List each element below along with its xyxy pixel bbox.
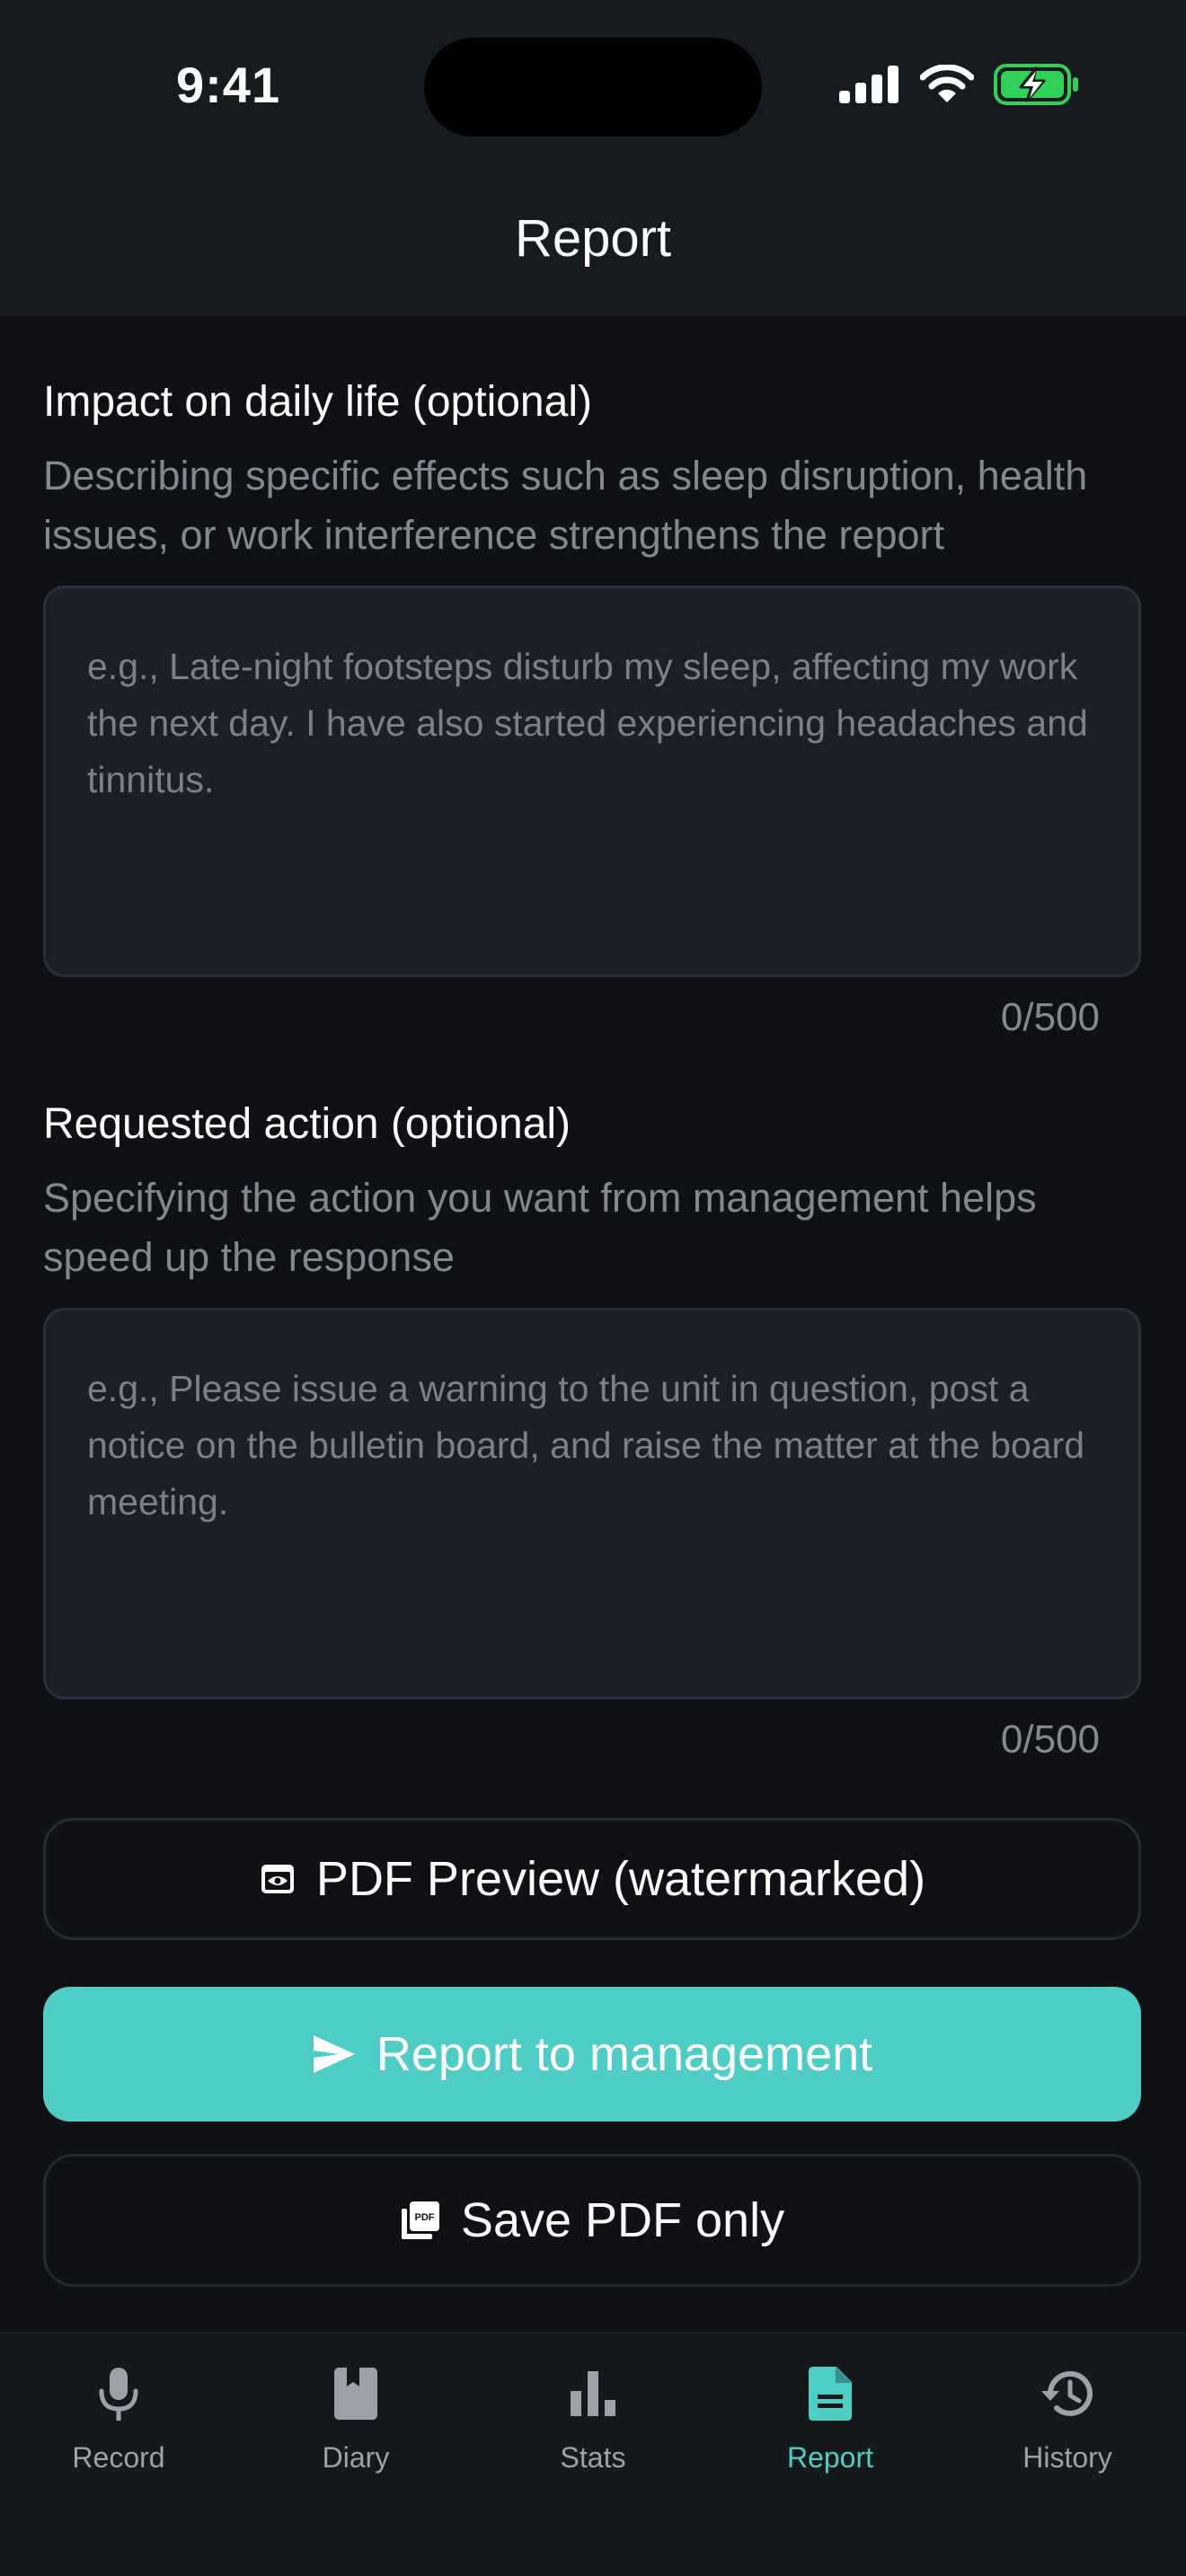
tab-report-label: Report	[786, 2441, 874, 2474]
bottom-tab-bar: Record Diary Stats Report History	[0, 2332, 1186, 2576]
status-icons	[839, 63, 1080, 110]
tab-diary-label: Diary	[322, 2441, 390, 2474]
microphone-icon	[97, 2360, 140, 2427]
impact-section-title: Impact on daily life (optional)	[43, 378, 592, 426]
tab-diary[interactable]: Diary	[237, 2360, 474, 2475]
book-icon	[333, 2360, 378, 2427]
action-textarea-container	[43, 1308, 1141, 1699]
impact-section-help: Describing specific effects such as slee…	[43, 453, 1088, 558]
top-bar: 9:41 Report	[0, 0, 1186, 316]
pdf-icon: PDF	[400, 2200, 441, 2241]
tab-stats[interactable]: Stats	[474, 2360, 712, 2475]
bar-chart-icon	[570, 2360, 616, 2427]
tab-stats-label: Stats	[560, 2441, 626, 2474]
tab-history-label: History	[1022, 2441, 1112, 2474]
action-section-help: Specifying the action you want from mana…	[43, 1175, 1037, 1280]
battery-charging-icon	[994, 63, 1080, 110]
status-time: 9:41	[176, 57, 281, 113]
document-icon	[808, 2360, 853, 2427]
pdf-preview-button[interactable]: PDF Preview (watermarked)	[43, 1818, 1141, 1940]
save-pdf-label: Save PDF only	[460, 2193, 785, 2247]
action-char-counter: 0/500	[1000, 1717, 1100, 1761]
action-section-title: Requested action (optional)	[43, 1100, 571, 1148]
report-to-management-label: Report to management	[376, 2027, 873, 2081]
impact-textarea-container	[43, 586, 1141, 977]
impact-textarea[interactable]	[87, 639, 1097, 944]
wifi-icon	[919, 63, 975, 109]
svg-text:PDF: PDF	[414, 2212, 434, 2223]
tab-record[interactable]: Record	[0, 2360, 237, 2475]
save-pdf-button[interactable]: PDF Save PDF only	[43, 2154, 1141, 2287]
send-icon	[312, 2033, 357, 2075]
cellular-signal-icon	[839, 65, 900, 108]
dynamic-island	[424, 38, 762, 137]
eye-icon	[259, 1860, 296, 1898]
page-title: Report	[514, 209, 672, 268]
tab-report[interactable]: Report	[712, 2360, 949, 2475]
pdf-preview-label: PDF Preview (watermarked)	[315, 1852, 926, 1906]
impact-char-counter: 0/500	[1000, 995, 1100, 1039]
history-icon	[1039, 2360, 1096, 2427]
tab-record-label: Record	[72, 2441, 165, 2474]
action-textarea[interactable]	[87, 1361, 1097, 1666]
report-screen: 9:41 Report Impact on daily life (option…	[0, 0, 1186, 2576]
tab-history[interactable]: History	[949, 2360, 1186, 2475]
report-to-management-button[interactable]: Report to management	[43, 1987, 1141, 2122]
